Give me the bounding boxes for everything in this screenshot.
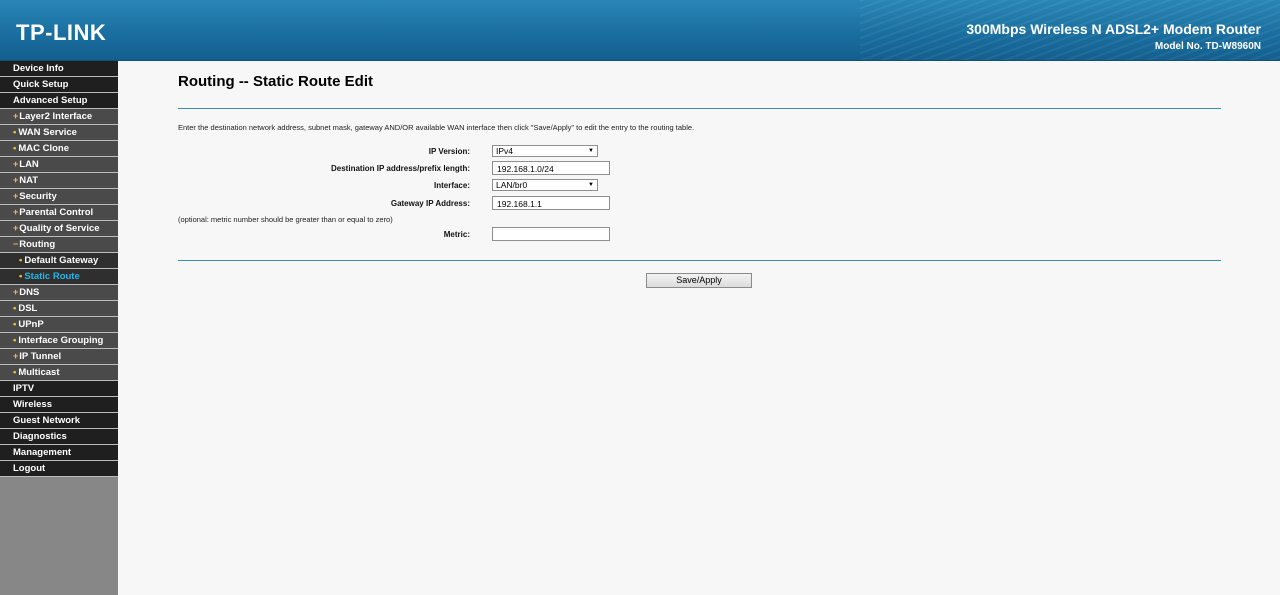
- sidebar-item-label: DSL: [18, 303, 38, 314]
- menu-list: Device Info Quick Setup Advanced Setup +Lay…: [0, 61, 118, 477]
- sidebar-item-label: Parental Control: [19, 207, 94, 218]
- sidebar-item-label: Quality of Service: [19, 223, 100, 234]
- sidebar-item-default-gateway[interactable]: • Default Gateway: [0, 253, 118, 269]
- sidebar-item-label: Routing: [19, 239, 56, 250]
- expand-icon: +: [13, 351, 19, 361]
- save-apply-button[interactable]: Save/Apply: [646, 273, 752, 288]
- sidebar-item-label: NAT: [19, 175, 39, 186]
- sidebar-item-interface-grouping[interactable]: • Interface Grouping: [0, 333, 118, 349]
- sidebar-item-iptv[interactable]: IPTV: [0, 381, 118, 397]
- sidebar-item-nat[interactable]: +NAT: [0, 173, 118, 189]
- sidebar-item-security[interactable]: +Security: [0, 189, 118, 205]
- product-title: 300Mbps Wireless N ADSL2+ Modem Router: [966, 21, 1261, 37]
- sidebar-item-quick-setup[interactable]: Quick Setup: [0, 77, 118, 93]
- bullet-icon: •: [13, 303, 17, 314]
- sidebar-item-upnp[interactable]: • UPnP: [0, 317, 118, 333]
- sidebar-item-parental-control[interactable]: +Parental Control: [0, 205, 118, 221]
- sidebar-item-label: LAN: [19, 159, 39, 170]
- sidebar-item-label: DNS: [19, 287, 40, 298]
- sidebar-item-logout[interactable]: Logout: [0, 461, 118, 477]
- bullet-icon: •: [19, 255, 23, 266]
- expand-icon: +: [13, 287, 19, 297]
- bullet-icon: •: [13, 335, 17, 346]
- divider-bottom: [178, 260, 1221, 261]
- collapse-icon: −: [13, 239, 19, 249]
- expand-icon: +: [13, 191, 19, 201]
- sidebar-item-wireless[interactable]: Wireless: [0, 397, 118, 413]
- expand-icon: +: [13, 223, 19, 233]
- sidebar-item-diagnostics[interactable]: Diagnostics: [0, 429, 118, 445]
- bullet-icon: •: [13, 143, 17, 154]
- expand-icon: +: [13, 159, 19, 169]
- metric-label: Metric:: [443, 230, 470, 239]
- expand-icon: +: [13, 111, 19, 121]
- sidebar-item-label: Guest Network: [13, 415, 81, 426]
- dropdown-arrow-icon: ▼: [588, 182, 594, 188]
- sidebar-item-label: Multicast: [18, 367, 60, 378]
- model-number: Model No. TD-W8960N: [1154, 41, 1261, 52]
- page-description: Enter the destination network address, s…: [178, 123, 695, 132]
- sidebar-item-label: Management: [13, 447, 72, 458]
- sidebar-item-management[interactable]: Management: [0, 445, 118, 461]
- gateway-label: Gateway IP Address:: [390, 199, 470, 208]
- divider-top: [178, 108, 1221, 109]
- sidebar-item-dns[interactable]: +DNS: [0, 285, 118, 301]
- sidebar-item-label: Security: [19, 191, 57, 202]
- interface-value: LAN/br0: [496, 180, 528, 190]
- destination-label: Destination IP address/prefix length:: [331, 164, 470, 173]
- sidebar-item-layer2-interface[interactable]: +Layer2 Interface: [0, 109, 118, 125]
- sidebar-item-multicast[interactable]: • Multicast: [0, 365, 118, 381]
- expand-icon: +: [13, 207, 19, 217]
- sidebar-item-label: MAC Clone: [18, 143, 69, 154]
- sidebar-item-device-info[interactable]: Device Info: [0, 61, 118, 77]
- sidebar-item-label: IPTV: [13, 383, 35, 394]
- bullet-icon: •: [13, 127, 17, 138]
- sidebar-item-label: UPnP: [18, 319, 44, 330]
- ip-version-value: IPv4: [496, 146, 514, 156]
- sidebar-item-quality-of-service[interactable]: +Quality of Service: [0, 221, 118, 237]
- sidebar-item-advanced-setup[interactable]: Advanced Setup: [0, 93, 118, 109]
- sidebar-item-wan-service[interactable]: • WAN Service: [0, 125, 118, 141]
- sidebar-item-label: Interface Grouping: [18, 335, 104, 346]
- page-title: Routing -- Static Route Edit: [178, 73, 373, 90]
- sidebar-item-label: Advanced Setup: [13, 95, 88, 106]
- metric-input[interactable]: [492, 227, 610, 241]
- sidebar-item-label: Static Route: [24, 271, 80, 282]
- sidebar-item-lan[interactable]: +LAN: [0, 157, 118, 173]
- sidebar-item-mac-clone[interactable]: • MAC Clone: [0, 141, 118, 157]
- sidebar-item-label: Layer2 Interface: [19, 111, 93, 122]
- bullet-icon: •: [19, 271, 23, 282]
- sidebar-item-ip-tunnel[interactable]: +IP Tunnel: [0, 349, 118, 365]
- interface-label: Interface:: [433, 181, 470, 190]
- bullet-icon: •: [13, 319, 17, 330]
- ip-version-select[interactable]: IPv4 ▼: [492, 145, 598, 157]
- sidebar-item-label: Logout: [13, 463, 46, 474]
- sidebar-item-static-route[interactable]: • Static Route: [0, 269, 118, 285]
- sidebar-menu: Device Info Quick Setup Advanced Setup +Lay…: [0, 61, 118, 595]
- sidebar-item-label: IP Tunnel: [19, 351, 62, 362]
- sidebar-item-label: Device Info: [13, 63, 64, 74]
- sidebar-item-label: Quick Setup: [13, 79, 69, 90]
- tp-link-logo: TP-LINK: [16, 20, 107, 45]
- sidebar-item-label: Wireless: [13, 399, 52, 410]
- interface-select[interactable]: LAN/br0 ▼: [492, 179, 598, 191]
- dropdown-arrow-icon: ▼: [588, 148, 594, 154]
- sidebar-item-label: Default Gateway: [24, 255, 99, 266]
- bullet-icon: •: [13, 367, 17, 378]
- gateway-input[interactable]: 192.168.1.1: [492, 196, 610, 210]
- destination-input[interactable]: 192.168.1.0/24: [492, 161, 610, 175]
- header-banner: TP-LINK 300Mbps Wireless N ADSL2+ Modem …: [0, 0, 1280, 61]
- sidebar-item-routing[interactable]: −Routing: [0, 237, 118, 253]
- optional-note: (optional: metric number should be great…: [178, 215, 393, 224]
- ip-version-label: IP Version:: [428, 147, 470, 156]
- sidebar-item-label: Diagnostics: [13, 431, 67, 442]
- sidebar-item-dsl[interactable]: • DSL: [0, 301, 118, 317]
- expand-icon: +: [13, 175, 19, 185]
- sidebar-item-label: WAN Service: [18, 127, 77, 138]
- sidebar-item-guest-network[interactable]: Guest Network: [0, 413, 118, 429]
